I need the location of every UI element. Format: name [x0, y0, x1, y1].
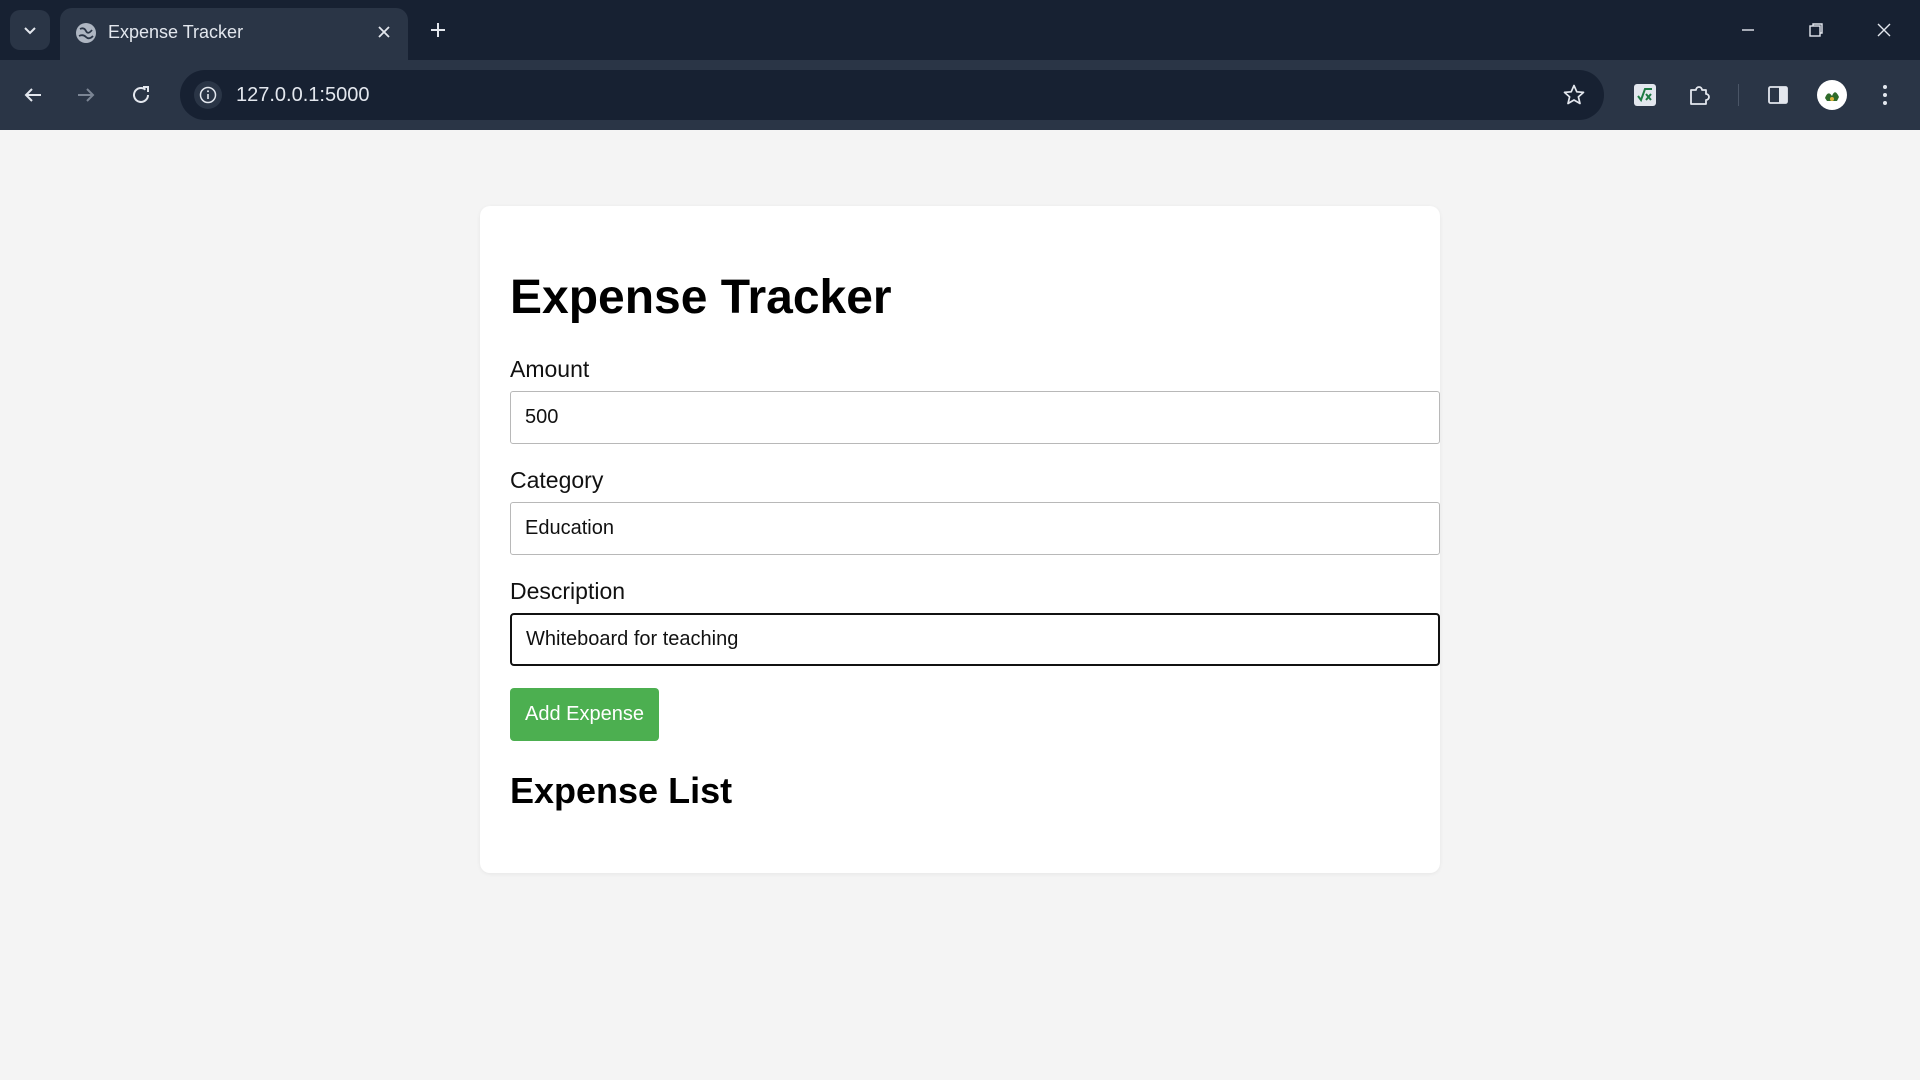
- arrow-left-icon: [24, 88, 41, 102]
- tab-title: Expense Tracker: [108, 22, 244, 42]
- reload-icon: [133, 86, 149, 103]
- amount-label: Amount: [510, 356, 590, 382]
- minimize-button[interactable]: [1728, 10, 1768, 50]
- restore-button[interactable]: [1796, 10, 1836, 50]
- new-tab-button[interactable]: [420, 12, 456, 48]
- back-button[interactable]: [12, 74, 54, 116]
- description-input[interactable]: [510, 613, 1440, 666]
- category-label: Category: [510, 467, 604, 493]
- close-icon: [378, 26, 390, 38]
- tab-search-button[interactable]: [10, 10, 50, 50]
- description-label: Description: [510, 578, 626, 604]
- extension-app-button[interactable]: [1624, 74, 1666, 116]
- extensions-button[interactable]: [1678, 74, 1720, 116]
- plus-icon: [431, 23, 445, 37]
- address-bar[interactable]: 127.0.0.1:5000: [180, 70, 1604, 120]
- browser-menu-button[interactable]: [1864, 74, 1906, 116]
- reload-button[interactable]: [120, 74, 162, 116]
- amount-input[interactable]: [510, 391, 1440, 444]
- tab-strip: Expense Tracker: [0, 0, 1920, 60]
- profile-button[interactable]: [1811, 74, 1853, 116]
- expense-list-title: Expense List: [510, 770, 733, 811]
- url-text: 127.0.0.1:5000: [236, 84, 370, 106]
- side-panel-icon: [1768, 86, 1788, 104]
- tab-close-button[interactable]: [370, 18, 398, 46]
- puzzle-icon: [1690, 86, 1710, 105]
- globe-icon: [76, 23, 96, 43]
- site-info-button[interactable]: [194, 81, 222, 109]
- expense-tracker-card: Expense Tracker Amount Category Descript…: [480, 206, 1440, 873]
- browser-tab-active[interactable]: Expense Tracker: [60, 8, 408, 60]
- chevron-down-icon: [24, 27, 36, 35]
- star-icon: [1563, 84, 1585, 105]
- sheet-formula-icon: [1634, 84, 1656, 106]
- arrow-right-icon: [78, 88, 95, 102]
- page-title: Expense Tracker: [510, 271, 892, 324]
- kebab-menu-icon: [1883, 85, 1887, 105]
- bookmark-button[interactable]: [1560, 81, 1588, 109]
- close-icon: [1877, 23, 1891, 37]
- minimize-icon: [1742, 29, 1754, 31]
- toolbar-separator: [1738, 84, 1739, 106]
- avatar-icon: [1817, 80, 1847, 110]
- category-input[interactable]: [510, 502, 1440, 555]
- forward-button[interactable]: [65, 74, 107, 116]
- add-expense-button[interactable]: Add Expense: [510, 688, 659, 741]
- close-window-button[interactable]: [1864, 10, 1904, 50]
- side-panel-button[interactable]: [1757, 74, 1799, 116]
- browser-toolbar: 127.0.0.1:5000: [0, 60, 1920, 130]
- restore-icon: [1809, 23, 1823, 37]
- info-icon: [199, 86, 217, 104]
